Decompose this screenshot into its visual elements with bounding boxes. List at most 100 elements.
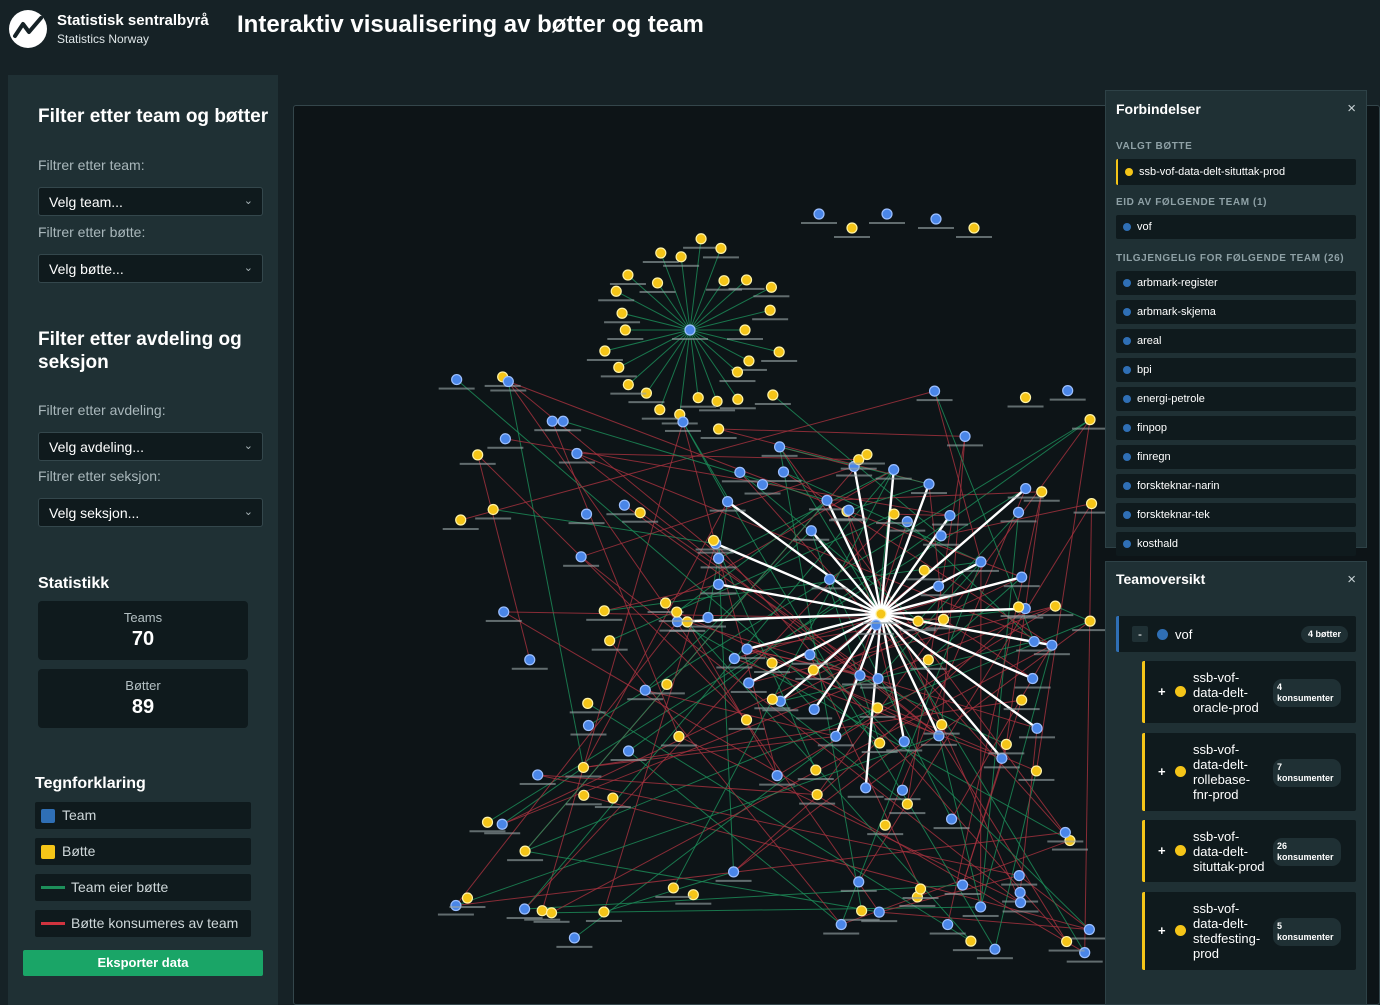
team-node[interactable] [888, 508, 900, 520]
bucket-node[interactable] [613, 361, 625, 373]
team-row-vof[interactable]: - vof 4 bøtter [1116, 616, 1356, 652]
bucket-node[interactable] [582, 697, 594, 709]
team-node[interactable] [888, 464, 900, 476]
bucket-node[interactable] [740, 274, 753, 286]
bucket-node[interactable] [901, 798, 913, 810]
available-team-item[interactable]: forskteknar-narin [1116, 474, 1356, 498]
bucket-node[interactable] [616, 307, 628, 319]
team-node[interactable] [618, 499, 631, 511]
available-team-item[interactable]: areal [1116, 329, 1356, 353]
bucket-node[interactable] [1062, 385, 1074, 397]
bucket-node[interactable] [654, 404, 666, 416]
team-node[interactable] [661, 678, 673, 690]
bucket-node[interactable] [499, 433, 511, 445]
bucket-node[interactable] [604, 635, 616, 647]
bucket-node[interactable] [1084, 615, 1096, 627]
team-node[interactable] [1020, 482, 1032, 495]
bucket-node[interactable] [732, 393, 744, 405]
bucket-node[interactable] [1028, 635, 1040, 648]
selected-bucket-item[interactable]: ssb-vof-data-delt-situttak-prod [1116, 159, 1356, 185]
bucket-node[interactable] [871, 702, 884, 714]
team-node[interactable] [1019, 391, 1032, 404]
bucket-node[interactable] [743, 355, 755, 367]
team-node[interactable] [740, 714, 753, 726]
bucket-node[interactable] [461, 892, 474, 904]
available-team-item[interactable]: kosthald [1116, 532, 1356, 556]
bucket-select[interactable]: Velg bøtte... ⌄ [38, 254, 263, 283]
team-node[interactable] [860, 782, 872, 794]
team-node[interactable] [1085, 498, 1098, 510]
bucket-node[interactable] [598, 605, 610, 617]
bucket-node[interactable] [767, 389, 779, 401]
bucket-row[interactable]: + ssb-vof-data-delt-rollebase-fnr-prod 7 ko… [1142, 733, 1356, 811]
team-node[interactable] [853, 876, 865, 888]
team-node[interactable] [957, 879, 969, 891]
bucket-node[interactable] [518, 903, 531, 915]
team-node[interactable] [580, 508, 593, 520]
bucket-node[interactable] [912, 615, 924, 627]
team-node[interactable] [821, 494, 833, 506]
bucket-node[interactable] [1079, 947, 1091, 959]
bucket-node[interactable] [582, 719, 595, 732]
owner-team-item[interactable]: vof [1116, 215, 1356, 239]
bucket-node[interactable] [622, 745, 635, 757]
bucket-node[interactable] [872, 672, 884, 685]
team-node[interactable] [922, 654, 934, 666]
bucket-node[interactable] [695, 233, 707, 245]
team-node[interactable] [578, 789, 590, 801]
bucket-node[interactable] [1014, 886, 1026, 899]
team-node[interactable] [933, 730, 945, 742]
bucket-node[interactable] [532, 769, 544, 781]
team-node[interactable] [519, 845, 531, 857]
bucket-node[interactable] [607, 792, 619, 804]
bucket-node[interactable] [773, 346, 785, 358]
close-icon[interactable]: × [1347, 571, 1356, 588]
bucket-node[interactable] [766, 657, 778, 669]
team-node[interactable] [1031, 722, 1043, 734]
bucket-node[interactable] [835, 918, 847, 931]
team-node[interactable] [805, 525, 817, 537]
bucket-node[interactable] [619, 324, 631, 336]
team-node[interactable] [634, 507, 646, 519]
team-node[interactable] [813, 208, 825, 220]
ssb-logo[interactable] [9, 10, 47, 48]
bucket-node[interactable] [965, 935, 977, 947]
bucket-node[interactable] [1036, 486, 1048, 498]
team-node[interactable] [996, 752, 1008, 764]
team-node[interactable] [575, 551, 587, 563]
team-node[interactable] [861, 448, 873, 461]
dept-select[interactable]: Velg avdeling... ⌄ [38, 432, 263, 461]
team-node[interactable] [989, 943, 1001, 955]
bucket-node[interactable] [472, 449, 484, 461]
bucket-node[interactable] [568, 932, 581, 944]
bucket-node[interactable] [455, 514, 467, 526]
team-node[interactable] [1016, 571, 1028, 583]
bucket-node[interactable] [856, 905, 868, 917]
team-node[interactable] [975, 556, 987, 568]
bucket-node[interactable] [764, 304, 776, 316]
bucket-node[interactable] [936, 719, 948, 731]
team-node[interactable] [898, 735, 910, 748]
bucket-node[interactable] [739, 324, 751, 336]
bucket-node[interactable] [496, 818, 508, 830]
bucket-node[interactable] [718, 275, 730, 287]
bucket-row[interactable]: + ssb-vof-data-delt-stedfesting-prod 5 kons… [1142, 892, 1356, 970]
team-node[interactable] [830, 730, 842, 742]
bucket-node[interactable] [901, 516, 913, 528]
bucket-node[interactable] [622, 269, 634, 281]
bucket-node[interactable] [807, 664, 819, 676]
team-node[interactable] [932, 580, 945, 592]
bucket-node[interactable] [711, 395, 723, 407]
bucket-node[interactable] [675, 251, 687, 263]
close-icon[interactable]: × [1347, 100, 1356, 117]
bucket-node[interactable] [622, 379, 634, 391]
team-node[interactable] [808, 703, 820, 715]
bucket-row[interactable]: + ssb-vof-data-delt-oracle-prod 4 konsument… [1142, 661, 1356, 723]
team-node[interactable] [502, 375, 514, 388]
bucket-node[interactable] [546, 415, 558, 427]
team-node[interactable] [1059, 826, 1071, 839]
team-node[interactable] [451, 373, 463, 386]
available-team-item[interactable]: arbmark-register [1116, 271, 1356, 295]
bucket-node[interactable] [727, 866, 740, 878]
bucket-node[interactable] [599, 345, 611, 357]
